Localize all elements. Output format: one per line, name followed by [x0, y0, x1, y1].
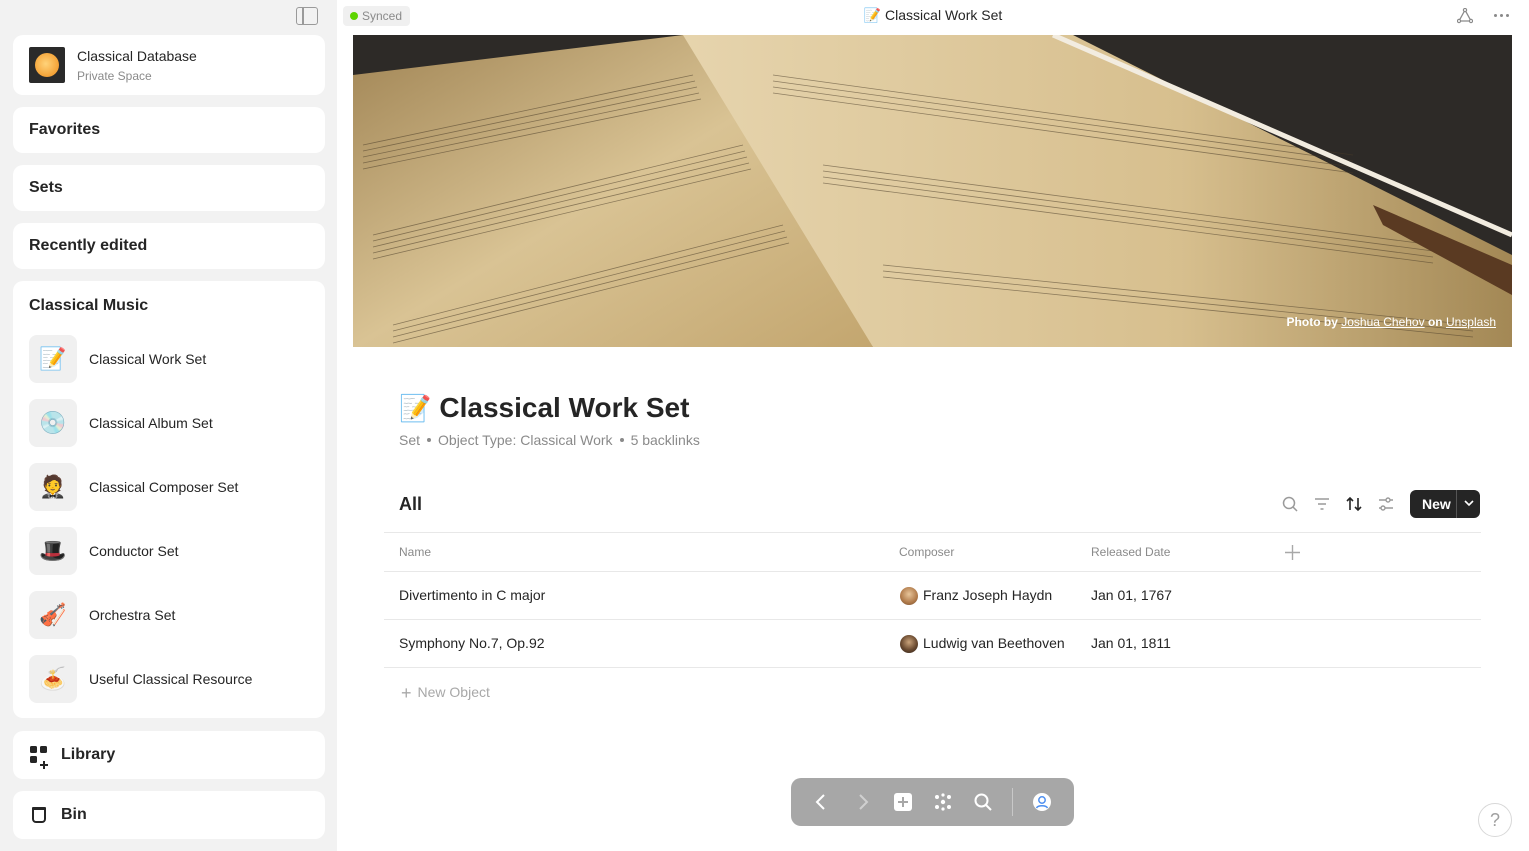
top-hat-icon: 🎩 — [29, 527, 77, 575]
person-tuxedo-icon: 🤵 — [29, 463, 77, 511]
new-object-button[interactable]: New — [1410, 490, 1480, 518]
avatar — [900, 635, 918, 653]
sidebar-item-label: Orchestra Set — [89, 607, 176, 623]
sidebar-item-label: Classical Album Set — [89, 415, 213, 431]
source-link[interactable]: Unsplash — [1446, 315, 1496, 329]
spaghetti-icon: 🍝 — [29, 655, 77, 703]
avatar — [900, 587, 918, 605]
cell-composer[interactable]: Ludwig van Beethoven — [923, 635, 1065, 651]
cell-name[interactable]: Divertimento in C major — [399, 587, 545, 603]
section-label: Recently edited — [29, 237, 148, 254]
bin-icon — [32, 807, 46, 823]
sheet-music-illustration — [353, 35, 1512, 347]
plus-icon: + — [401, 683, 412, 703]
help-button[interactable]: ? — [1478, 803, 1512, 837]
cell-composer[interactable]: Franz Joseph Haydn — [923, 587, 1052, 603]
back-icon[interactable] — [811, 792, 831, 812]
space-subtitle: Private Space — [77, 69, 152, 83]
sidebar-item-label: Classical Work Set — [89, 351, 207, 367]
bin-label: Bin — [61, 806, 87, 823]
sidebar-library-button[interactable]: Library — [13, 731, 325, 779]
page-title[interactable]: Classical Work Set — [439, 392, 689, 424]
app-window: Classical Database Private Space Favorit… — [0, 0, 1529, 851]
section-label: Favorites — [29, 121, 101, 138]
page-header: 📝 Classical Work Set — [399, 389, 689, 427]
sidebar-item-orchestra-set[interactable]: 🎻 Orchestra Set — [29, 591, 309, 639]
sidebar-item-label: Classical Composer Set — [89, 479, 239, 495]
cover-credit: Photo by Joshua Chehov on Unsplash — [1287, 315, 1496, 329]
sidebar-item-label: Useful Classical Resource — [89, 671, 253, 687]
more-options-icon[interactable] — [1494, 14, 1510, 18]
chevron-down-icon[interactable] — [1464, 498, 1474, 508]
meta-backlinks[interactable]: 5 backlinks — [631, 432, 700, 448]
add-column-icon[interactable] — [1285, 545, 1300, 560]
sidebar-item-conductor-set[interactable]: 🎩 Conductor Set — [29, 527, 309, 575]
column-header-released-date[interactable]: Released Date — [1091, 545, 1170, 559]
page-meta: Set Object Type: Classical Work 5 backlink… — [399, 432, 700, 448]
cell-name[interactable]: Symphony No.7, Op.92 — [399, 635, 545, 651]
sidebar-item-classical-album-set[interactable]: 💿 Classical Album Set — [29, 399, 309, 447]
navigation-bar — [791, 778, 1074, 826]
sidebar-group-classical-music: Classical Music 📝 Classical Work Set 💿 C… — [13, 281, 325, 718]
topbar: Synced 📝 Classical Work Set — [337, 0, 1529, 32]
meta-object-type[interactable]: Object Type: Classical Work — [438, 432, 613, 448]
sidebar: Classical Database Private Space Favorit… — [0, 0, 337, 851]
window-title: 📝 Classical Work Set — [863, 7, 1003, 23]
space-name: Classical Database — [77, 48, 197, 64]
view-tab-all[interactable]: All — [399, 494, 422, 515]
cover-image: Photo by Joshua Chehov on Unsplash — [353, 35, 1512, 347]
graph-icon[interactable] — [1457, 8, 1473, 24]
search-icon[interactable] — [973, 792, 993, 812]
filter-icon[interactable] — [1313, 495, 1331, 513]
sidebar-item-label: Conductor Set — [89, 543, 179, 559]
memo-icon[interactable]: 📝 — [399, 393, 431, 424]
meta-layout: Set — [399, 432, 421, 448]
new-object-row[interactable]: + New Object — [401, 683, 490, 704]
graph-dots-icon[interactable] — [933, 792, 953, 812]
forward-icon[interactable] — [853, 792, 873, 812]
library-icon — [30, 746, 48, 769]
sidebar-section-sets[interactable]: Sets — [13, 165, 325, 211]
new-button-label: New — [1422, 496, 1451, 512]
new-object-label: New Object — [417, 684, 490, 700]
library-label: Library — [61, 746, 116, 763]
sidebar-toggle-icon[interactable] — [296, 7, 318, 25]
disc-icon: 💿 — [29, 399, 77, 447]
credit-prefix: Photo by — [1286, 315, 1338, 329]
column-header-composer[interactable]: Composer — [899, 545, 954, 559]
cell-released-date[interactable]: Jan 01, 1811 — [1091, 635, 1171, 651]
photographer-link[interactable]: Joshua Chehov — [1341, 315, 1424, 329]
violin-icon: 🎻 — [29, 591, 77, 639]
memo-icon: 📝 — [29, 335, 77, 383]
group-title[interactable]: Classical Music — [29, 297, 148, 315]
section-label: Sets — [29, 179, 63, 196]
space-avatar-icon — [29, 47, 65, 83]
sidebar-item-classical-composer-set[interactable]: 🤵 Classical Composer Set — [29, 463, 309, 511]
view-settings-icon[interactable] — [1377, 495, 1395, 513]
add-object-icon[interactable] — [893, 792, 913, 812]
sidebar-section-recently-edited[interactable]: Recently edited — [13, 223, 325, 269]
column-header-name[interactable]: Name — [399, 545, 431, 559]
sidebar-section-favorites[interactable]: Favorites — [13, 107, 325, 153]
sidebar-item-useful-classical-resource[interactable]: 🍝 Useful Classical Resource — [29, 655, 309, 703]
search-icon[interactable] — [1281, 495, 1299, 513]
cell-released-date[interactable]: Jan 01, 1767 — [1091, 587, 1172, 603]
sidebar-item-classical-work-set[interactable]: 📝 Classical Work Set — [29, 335, 309, 383]
credit-on: on — [1427, 315, 1443, 329]
space-switcher[interactable]: Classical Database Private Space — [13, 35, 325, 95]
profile-icon[interactable] — [1032, 792, 1052, 812]
sort-icon[interactable] — [1345, 495, 1363, 513]
sidebar-bin-button[interactable]: Bin — [13, 791, 325, 839]
